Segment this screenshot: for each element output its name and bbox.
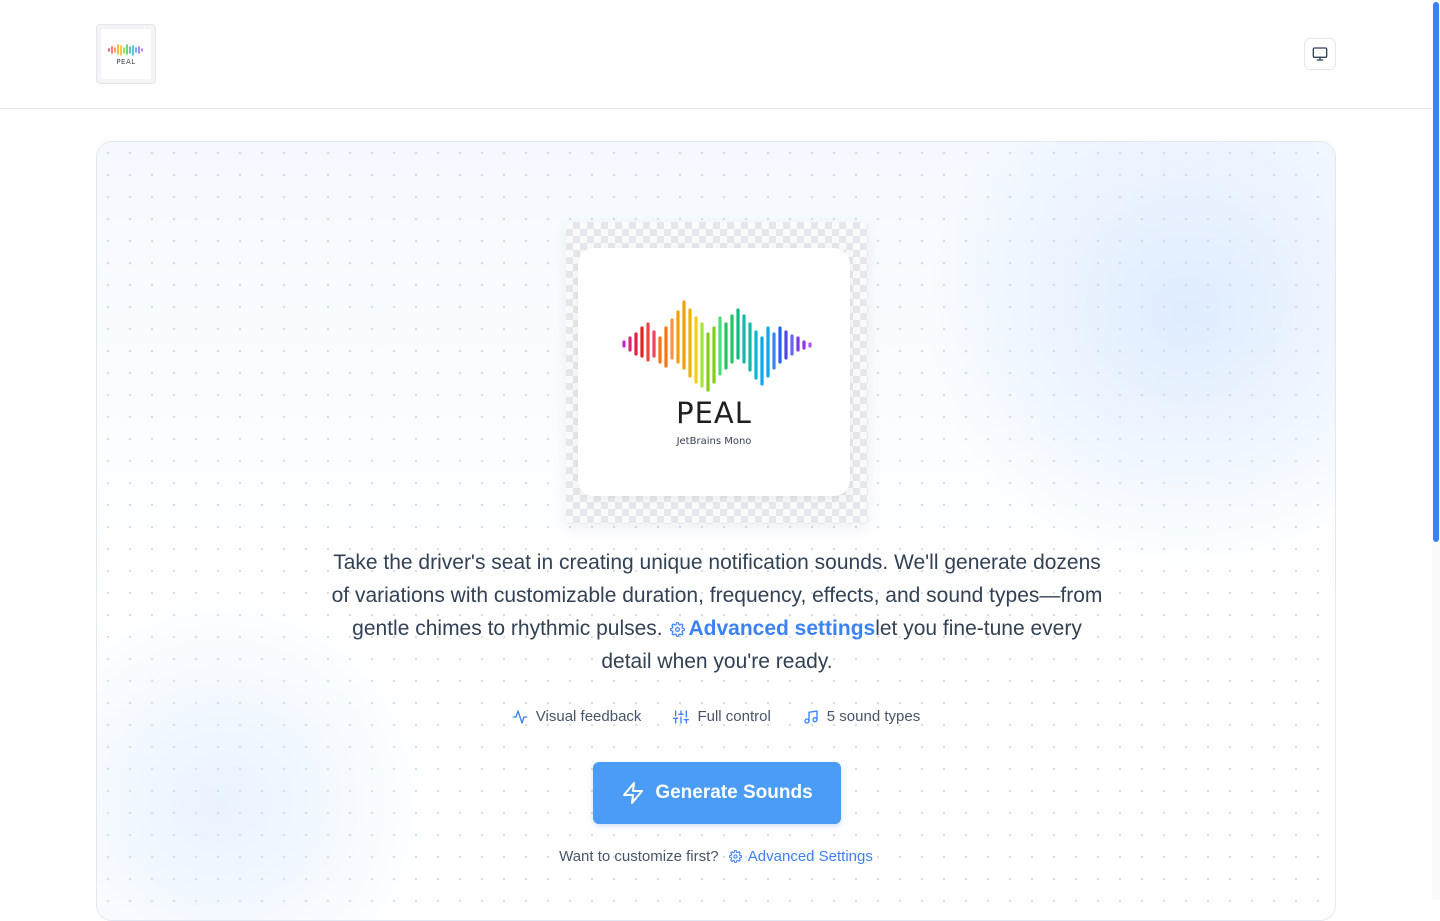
lightning-icon <box>623 782 644 804</box>
generate-sounds-label: Generate Sounds <box>655 782 813 803</box>
feature-label: Visual feedback <box>535 708 642 725</box>
hero-description: Take the driver's seat in creating uniqu… <box>327 546 1107 678</box>
customize-prompt: Want to customize first? Advanced Settin… <box>97 848 1335 865</box>
advanced-settings-inline-link[interactable]: Advanced settings <box>688 617 875 640</box>
gear-icon <box>670 622 686 637</box>
app-logo[interactable]: PEAL <box>96 24 156 84</box>
gear-icon <box>728 850 742 863</box>
font-caption: JetBrains Mono <box>676 436 752 447</box>
top-bar: PEAL <box>0 0 1432 109</box>
app-logo-text: PEAL <box>116 57 136 66</box>
advanced-settings-link[interactable]: Advanced Settings <box>748 848 873 865</box>
feature-label: Full control <box>697 708 771 725</box>
peal-wordmark: PEAL <box>676 396 752 430</box>
hero-logo-card: PEAL JetBrains Mono <box>578 248 850 496</box>
monitor-icon <box>1312 47 1328 61</box>
generate-sounds-button[interactable]: Generate Sounds <box>593 762 841 824</box>
activity-icon <box>512 709 528 724</box>
scrollbar-thumb[interactable] <box>1433 2 1439 542</box>
feature-sound-types: 5 sound types <box>803 708 920 725</box>
app-logo-image: PEAL <box>101 29 151 79</box>
rainbow-waveform-icon <box>622 300 812 392</box>
feature-visual-feedback: Visual feedback <box>512 708 642 725</box>
page-scrollbar[interactable] <box>1432 0 1440 900</box>
feature-full-control: Full control <box>673 708 771 725</box>
hero-card: PEAL JetBrains Mono Take the driver's se… <box>96 141 1336 921</box>
music-note-icon <box>804 709 818 724</box>
hero-logo: PEAL JetBrains Mono <box>566 222 868 524</box>
customize-prompt-text: Want to customize first? <box>559 848 719 865</box>
waveform-icon <box>108 43 143 56</box>
feature-list: Visual feedback Full control 5 sound typ… <box>97 708 1335 725</box>
sliders-icon <box>673 709 690 724</box>
display-mode-button[interactable] <box>1304 38 1336 70</box>
feature-label: 5 sound types <box>826 708 921 725</box>
